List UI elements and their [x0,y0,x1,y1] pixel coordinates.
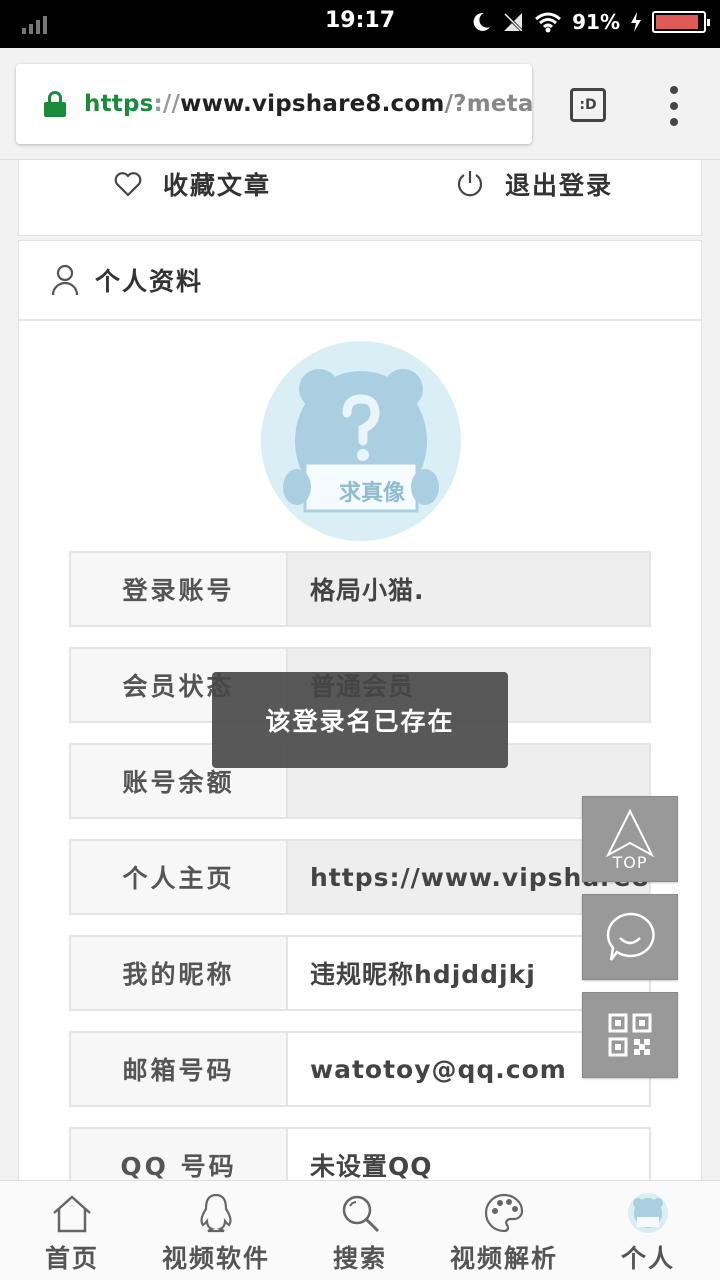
avatar-icon [628,1193,668,1233]
bottom-navigation: 首页 视频软件 搜索 视频解析 个人 [0,1180,720,1280]
favorite-articles-button[interactable]: 收藏文章 [113,166,271,202]
favorite-label: 收藏文章 [163,171,272,200]
mute-icon [504,12,523,32]
battery-percent: 91% [572,10,620,34]
home-icon [53,1195,91,1233]
qq-input[interactable]: 未设置QQ [288,1129,649,1180]
field-label: 我的昵称 [71,937,288,1009]
browser-menu-button[interactable] [660,86,688,126]
nav-label: 视频软件 [161,1244,270,1273]
logout-label: 退出登录 [505,171,614,200]
nav-label: 搜索 [332,1244,387,1273]
wifi-icon [535,12,562,33]
url-text[interactable]: https://www.vipshare8.com/?meta&n [84,91,532,117]
field-homepage: 个人主页 https://www.vipshare8.co [69,839,651,915]
account-actions-card: 收藏文章 退出登录 [18,160,702,236]
power-icon [457,171,483,197]
nav-video-parse[interactable]: 视频解析 [432,1181,576,1280]
field-label: 邮箱号码 [71,1033,288,1105]
field-label: 登录账号 [71,553,288,625]
nav-search[interactable]: 搜索 [288,1181,432,1280]
browser-toolbar: https://www.vipshare8.com/?meta&n :D [0,48,720,160]
moon-icon [473,12,491,31]
nav-home[interactable]: 首页 [0,1181,144,1280]
profile-header: 个人资料 [19,241,701,321]
heart-icon [114,172,142,197]
penguin-icon [200,1193,232,1233]
palette-icon [484,1193,524,1233]
chat-icon [606,912,655,961]
status-bar: 19:17 91% [0,0,720,48]
arrow-up-icon [605,808,655,857]
bear-placeholder-icon: 求真 像 [283,369,439,513]
nav-personal[interactable]: 个人 [576,1181,720,1280]
field-value: 格局小猫. [288,553,649,625]
tab-switcher-button[interactable]: :D [570,88,606,122]
logout-button[interactable]: 退出登录 [455,166,613,202]
nav-video-software[interactable]: 视频软件 [144,1181,288,1280]
qrcode-icon [608,1013,652,1057]
chat-button[interactable] [582,894,678,980]
field-login-account: 登录账号 格局小猫. [69,551,651,627]
avatar[interactable]: 求真 像 [261,341,461,541]
avatar-text-1: 求真 [339,480,383,506]
top-label: TOP [612,852,648,872]
search-icon [342,1195,380,1233]
address-bar[interactable]: https://www.vipshare8.com/?meta&n [16,64,532,144]
nav-label: 个人 [620,1244,675,1273]
field-label: QQ 号码 [71,1129,288,1180]
avatar-text-2: 像 [383,480,406,506]
field-nickname: 我的昵称 违规昵称hdjddjkj [69,935,651,1011]
charging-icon [631,12,641,32]
battery-icon [652,11,710,33]
field-qq: QQ 号码 未设置QQ [69,1127,651,1180]
profile-title: 个人资料 [95,267,204,296]
field-label: 个人主页 [71,841,288,913]
qrcode-button[interactable] [582,992,678,1078]
nav-label: 视频解析 [449,1244,558,1273]
back-to-top-button[interactable]: TOP [582,796,678,882]
lock-icon [44,91,66,117]
field-email: 邮箱号码 watotoy@qq.com [69,1031,651,1107]
nav-label: 首页 [44,1244,99,1273]
user-icon [51,264,79,296]
toast-message: 该登录名已存在 [212,672,508,768]
